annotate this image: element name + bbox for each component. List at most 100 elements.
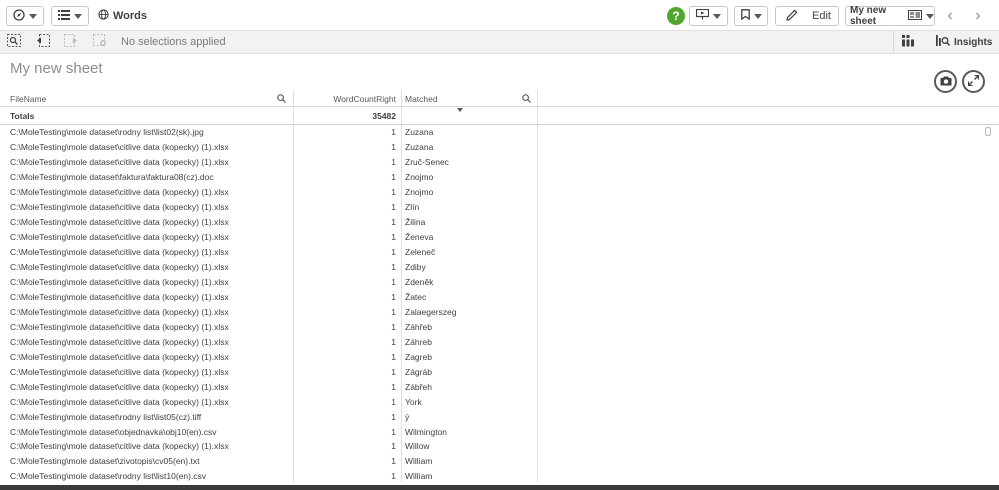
cell-wordcountright[interactable]: 1 [294,185,396,200]
cell-matched[interactable]: Zdeněk [405,275,535,290]
table-row[interactable]: C:\MoleTesting\mole dataset\citlive data… [0,319,999,334]
cell-filename[interactable]: C:\MoleTesting\mole dataset\citlive data… [10,200,290,215]
cell-matched[interactable]: Zdiby [405,260,535,275]
cell-matched[interactable]: Zagreb [405,349,535,364]
cell-filename[interactable]: C:\MoleTesting\mole dataset\citlive data… [10,275,290,290]
cell-matched[interactable]: William [405,454,535,469]
cell-wordcountright[interactable]: 1 [294,140,396,155]
cell-matched[interactable]: Zalaegerszeg [405,304,535,319]
insights-button[interactable]: Insights [936,35,992,49]
step-forward-button[interactable] [63,33,79,50]
cell-matched[interactable]: York [405,394,535,409]
next-sheet-button[interactable]: › [968,7,988,25]
cell-filename[interactable]: C:\MoleTesting\mole dataset\citlive data… [10,379,290,394]
smart-search-button[interactable] [6,33,22,50]
cell-filename[interactable]: C:\MoleTesting\mole dataset\citlive data… [10,364,290,379]
table-row[interactable]: C:\MoleTesting\mole dataset\citlive data… [0,245,999,260]
cell-filename[interactable]: C:\MoleTesting\mole dataset\zivotopis\cv… [10,454,290,469]
cell-wordcountright[interactable]: 1 [294,155,396,170]
table-row[interactable]: C:\MoleTesting\mole dataset\rodny list\l… [0,409,999,424]
cell-wordcountright[interactable]: 1 [294,275,396,290]
cell-wordcountright[interactable]: 1 [294,304,396,319]
cell-matched[interactable]: Žatec [405,289,535,304]
cell-wordcountright[interactable]: 1 [294,125,396,140]
global-menu-button[interactable] [51,6,89,26]
table-row[interactable]: C:\MoleTesting\mole dataset\citlive data… [0,304,999,319]
matched-search-icon[interactable] [522,90,534,107]
cell-matched[interactable]: Ženeva [405,230,535,245]
cell-wordcountright[interactable]: 1 [294,439,396,454]
cell-matched[interactable]: Zeleneč [405,245,535,260]
table-row[interactable]: C:\MoleTesting\mole dataset\citlive data… [0,334,999,349]
table-row[interactable]: C:\MoleTesting\mole dataset\citlive data… [0,394,999,409]
cell-wordcountright[interactable]: 1 [294,394,396,409]
cell-wordcountright[interactable]: 1 [294,379,396,394]
table-row[interactable]: C:\MoleTesting\mole dataset\faktura\fakt… [0,170,999,185]
cell-filename[interactable]: C:\MoleTesting\mole dataset\citlive data… [10,319,290,334]
cell-filename[interactable]: C:\MoleTesting\mole dataset\citlive data… [10,185,290,200]
table-row[interactable]: C:\MoleTesting\mole dataset\objednavka\o… [0,424,999,439]
cell-filename[interactable]: C:\MoleTesting\mole dataset\citlive data… [10,230,290,245]
cell-filename[interactable]: C:\MoleTesting\mole dataset\citlive data… [10,245,290,260]
cell-matched[interactable]: Zruč-Senec [405,155,535,170]
cell-wordcountright[interactable]: 1 [294,334,396,349]
cell-matched[interactable]: Žilina [405,215,535,230]
cell-matched[interactable]: Znojmo [405,185,535,200]
edit-button[interactable]: Edit [775,6,839,26]
cell-filename[interactable]: C:\MoleTesting\mole dataset\citlive data… [10,439,290,454]
table-row[interactable]: C:\MoleTesting\mole dataset\zivotopis\cv… [0,454,999,469]
cell-matched[interactable]: Zuzana [405,125,535,140]
cell-filename[interactable]: C:\MoleTesting\mole dataset\objednavka\o… [10,424,290,439]
sheet-selector[interactable]: My new sheet [845,5,935,27]
cell-wordcountright[interactable]: 1 [294,364,396,379]
cell-matched[interactable]: Znojmo [405,170,535,185]
table-row[interactable]: C:\MoleTesting\mole dataset\citlive data… [0,260,999,275]
header-filename[interactable]: FileName [10,90,270,107]
table-row[interactable]: C:\MoleTesting\mole dataset\citlive data… [0,185,999,200]
cell-wordcountright[interactable]: 1 [294,424,396,439]
step-back-button[interactable] [35,33,51,50]
present-button[interactable] [689,6,728,26]
cell-wordcountright[interactable]: 1 [294,409,396,424]
cell-wordcountright[interactable]: 1 [294,245,396,260]
cell-filename[interactable]: C:\MoleTesting\mole dataset\citlive data… [10,289,290,304]
table-row[interactable]: C:\MoleTesting\mole dataset\citlive data… [0,439,999,454]
table-row[interactable]: C:\MoleTesting\mole dataset\rodny list\l… [0,469,999,482]
cell-wordcountright[interactable]: 1 [294,260,396,275]
cell-wordcountright[interactable]: 1 [294,170,396,185]
table-row[interactable]: C:\MoleTesting\mole dataset\citlive data… [0,230,999,245]
cell-filename[interactable]: C:\MoleTesting\mole dataset\faktura\fakt… [10,170,290,185]
navigation-menu-button[interactable] [6,6,44,26]
cell-filename[interactable]: C:\MoleTesting\mole dataset\rodny list\l… [10,409,290,424]
cell-filename[interactable]: C:\MoleTesting\mole dataset\citlive data… [10,140,290,155]
clear-all-selections-button[interactable] [92,33,108,50]
cell-matched[interactable]: Záhreb [405,334,535,349]
cell-filename[interactable]: C:\MoleTesting\mole dataset\citlive data… [10,349,290,364]
cell-filename[interactable]: C:\MoleTesting\mole dataset\rodny list\l… [10,125,290,140]
cell-wordcountright[interactable]: 1 [294,469,396,482]
cell-matched[interactable]: William [405,469,535,482]
cell-wordcountright[interactable]: 1 [294,200,396,215]
table-row[interactable]: C:\MoleTesting\mole dataset\citlive data… [0,200,999,215]
cell-wordcountright[interactable]: 1 [294,319,396,334]
table-scrollbar[interactable] [985,127,991,136]
cell-wordcountright[interactable]: 1 [294,289,396,304]
header-matched[interactable]: Matched [405,90,515,107]
previous-sheet-button[interactable]: ‹ [940,7,960,25]
table-row[interactable]: C:\MoleTesting\mole dataset\citlive data… [0,289,999,304]
cell-matched[interactable]: Zágráb [405,364,535,379]
cell-filename[interactable]: C:\MoleTesting\mole dataset\citlive data… [10,215,290,230]
cell-filename[interactable]: C:\MoleTesting\mole dataset\citlive data… [10,304,290,319]
cell-matched[interactable]: Zábřeh [405,379,535,394]
cell-filename[interactable]: C:\MoleTesting\mole dataset\citlive data… [10,334,290,349]
cell-wordcountright[interactable]: 1 [294,349,396,364]
header-wordcountright[interactable]: WordCountRight [300,90,396,107]
cell-matched[interactable]: Wilmington [405,424,535,439]
cell-matched[interactable]: Záhřeb [405,319,535,334]
table-row[interactable]: C:\MoleTesting\mole dataset\citlive data… [0,140,999,155]
cell-filename[interactable]: C:\MoleTesting\mole dataset\citlive data… [10,260,290,275]
help-button[interactable]: ? [667,7,685,25]
cell-wordcountright[interactable]: 1 [294,454,396,469]
cell-wordcountright[interactable]: 1 [294,230,396,245]
table-row[interactable]: C:\MoleTesting\mole dataset\citlive data… [0,349,999,364]
